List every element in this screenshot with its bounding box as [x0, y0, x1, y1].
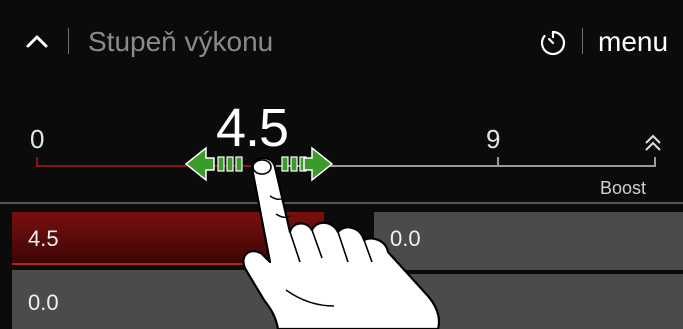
slider-tick-min	[36, 157, 38, 167]
header-bar: Stupeň výkonu menu	[0, 0, 683, 86]
slider-track-inactive	[266, 165, 654, 167]
slider-tick-boost	[654, 157, 656, 167]
zone-value: 4.5	[28, 226, 59, 251]
zone-panel-left-bottom[interactable]: 0.0	[12, 270, 324, 329]
slider-min-label: 0	[30, 124, 45, 154]
menu-button[interactable]: menu	[598, 24, 668, 60]
timer-icon	[540, 30, 566, 56]
double-chevron-up-icon	[645, 134, 661, 151]
section-divider	[0, 202, 683, 204]
screen: Stupeň výkonu menu 0 4.5 9 Boost 4.5 0.0…	[0, 0, 683, 329]
zone-panel-left-top[interactable]: 4.5	[12, 212, 324, 265]
header-divider-right	[582, 28, 583, 54]
zone-value: 0.0	[28, 290, 59, 315]
zone-value: 0.0	[390, 226, 421, 251]
power-level-slider[interactable]: 0 4.5 9 Boost	[0, 86, 683, 204]
slider-current-value: 4.5	[216, 98, 289, 158]
slider-max-label: 9	[486, 124, 501, 154]
chevron-up-icon	[26, 35, 48, 48]
boost-label: Boost	[600, 178, 647, 198]
header-divider-left	[68, 28, 69, 54]
zone-panel-right-top[interactable]: 0.0	[374, 212, 683, 270]
timer-button[interactable]	[538, 28, 568, 58]
back-button[interactable]	[20, 24, 54, 58]
page-title: Stupeň výkonu	[88, 26, 274, 57]
zone-panel-right-bottom[interactable]	[374, 274, 683, 329]
slider-track-active	[36, 165, 266, 167]
boost-button[interactable]	[642, 132, 664, 154]
slider-tick-max	[497, 157, 499, 167]
